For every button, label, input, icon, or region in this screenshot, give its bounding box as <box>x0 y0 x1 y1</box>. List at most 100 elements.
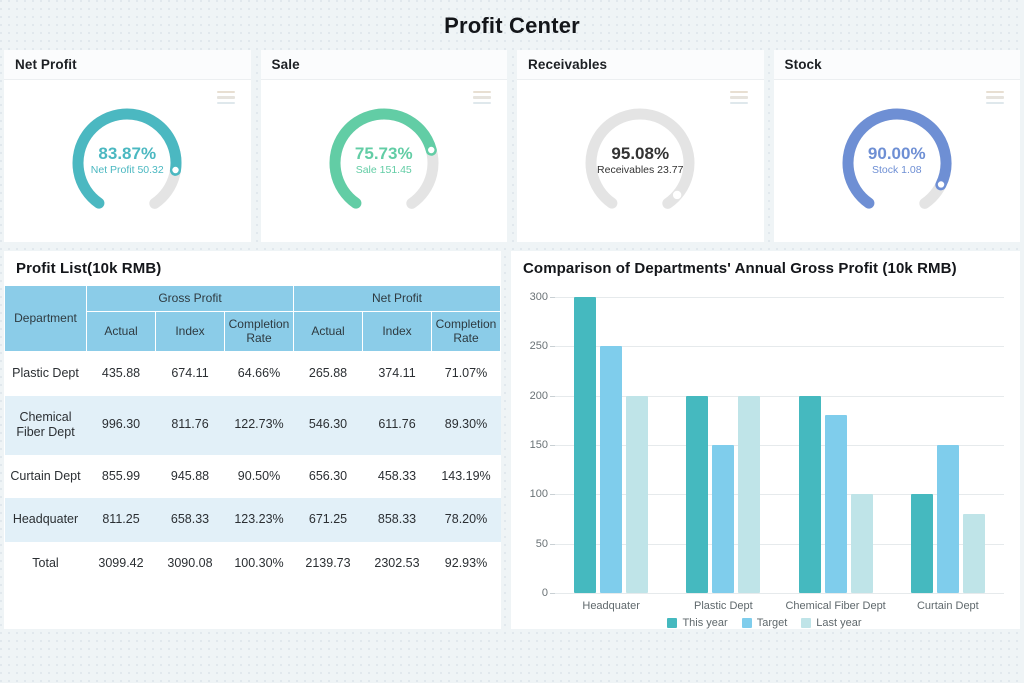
hamburger-menu-icon[interactable] <box>986 91 1004 104</box>
chart-y-axis-tick: 150 <box>530 439 548 451</box>
column-header-department: Department <box>5 286 87 352</box>
chart-bar-group: Headquater <box>555 297 667 593</box>
chart-legend-swatch <box>742 618 752 628</box>
table-row[interactable]: Total3099.423090.08100.30%2139.732302.53… <box>5 542 501 586</box>
chart-legend-item[interactable]: Last year <box>801 617 861 629</box>
column-group-net-profit: Net Profit <box>294 286 501 312</box>
chart-legend-label: Last year <box>816 617 861 629</box>
hamburger-line <box>473 102 491 104</box>
chart-legend-label: Target <box>757 617 788 629</box>
table-row[interactable]: Curtain Dept855.99945.8890.50%656.30458.… <box>5 455 501 499</box>
net-completion-rate-cell: 92.93% <box>432 542 501 586</box>
column-header-gross-actual: Actual <box>87 311 156 351</box>
chart-bar[interactable] <box>712 445 734 593</box>
gauge-title-sale: Sale <box>261 50 508 80</box>
chart-bar[interactable] <box>574 297 596 593</box>
table-header: Department Gross Profit Net Profit Actua… <box>5 286 501 352</box>
chart-legend-label: This year <box>682 617 727 629</box>
department-cell: Headquater <box>5 498 87 542</box>
chart-bar[interactable] <box>799 396 821 593</box>
chart-bar[interactable] <box>686 396 708 593</box>
gauge-body-stock: 90.00% Stock 1.08 <box>774 80 1021 242</box>
gauge-svg <box>65 101 189 225</box>
column-header-net-index: Index <box>363 311 432 351</box>
gross-completion-rate-cell: 100.30% <box>225 542 294 586</box>
gross-completion-rate-cell: 122.73% <box>225 396 294 455</box>
chart-bar[interactable] <box>937 445 959 593</box>
column-header-net-actual: Actual <box>294 311 363 351</box>
gauge-card-sale: Sale 75.73% Sale 151.45 <box>261 50 508 242</box>
chart-legend-swatch <box>667 618 677 628</box>
chart-bar[interactable] <box>600 346 622 593</box>
hamburger-line <box>217 91 235 93</box>
chart-legend-item[interactable]: Target <box>742 617 788 629</box>
gauge-svg <box>835 101 959 225</box>
table-body: Plastic Dept435.88674.1164.66%265.88374.… <box>5 351 501 585</box>
hamburger-line <box>217 102 235 104</box>
gauge-ring-receivables <box>578 101 702 225</box>
column-header-net-completion-rate: Completion Rate <box>432 311 501 351</box>
net-actual-cell: 2139.73 <box>294 542 363 586</box>
gauge-title-net-profit: Net Profit <box>4 50 251 80</box>
department-cell: Total <box>5 542 87 586</box>
hamburger-menu-icon[interactable] <box>217 91 235 104</box>
table-row[interactable]: Chemical Fiber Dept996.30811.76122.73%54… <box>5 396 501 455</box>
chart-legend: This year Target Last year <box>519 617 1010 629</box>
table-row[interactable]: Plastic Dept435.88674.1164.66%265.88374.… <box>5 351 501 395</box>
gauge-ring-stock <box>835 101 959 225</box>
gross-index-cell: 3090.08 <box>156 542 225 586</box>
hamburger-line <box>217 96 235 98</box>
table-row[interactable]: Headquater811.25658.33123.23%671.25858.3… <box>5 498 501 542</box>
gauge-body-net-profit: 83.87% Net Profit 50.32 <box>4 80 251 242</box>
page-title: Profit Center <box>0 0 1024 50</box>
hamburger-line <box>986 91 1004 93</box>
kpi-gauge-row: Net Profit 83.87% Net Profit 50.32 Sale <box>0 50 1024 242</box>
net-actual-cell: 265.88 <box>294 351 363 395</box>
chart-y-axis-tick: 200 <box>530 390 548 402</box>
hamburger-menu-icon[interactable] <box>730 91 748 104</box>
department-cell: Curtain Dept <box>5 455 87 499</box>
hamburger-line <box>730 102 748 104</box>
chart-bar[interactable] <box>626 396 648 593</box>
chart-bar-group: Curtain Dept <box>892 297 1004 593</box>
hamburger-line <box>730 91 748 93</box>
net-index-cell: 858.33 <box>363 498 432 542</box>
profit-list-panel: Profit List(10k RMB) Department Gross Pr… <box>4 251 501 629</box>
gross-completion-rate-cell: 90.50% <box>225 455 294 499</box>
net-completion-rate-cell: 71.07% <box>432 351 501 395</box>
table-header-row-top: Department Gross Profit Net Profit <box>5 286 501 312</box>
net-completion-rate-cell: 143.19% <box>432 455 501 499</box>
hamburger-line <box>986 96 1004 98</box>
gross-actual-cell: 3099.42 <box>87 542 156 586</box>
chart-y-axis-tick: 250 <box>530 340 548 352</box>
profit-list-table: Department Gross Profit Net Profit Actua… <box>4 285 501 586</box>
gross-index-cell: 674.11 <box>156 351 225 395</box>
gross-actual-cell: 996.30 <box>87 396 156 455</box>
gross-index-cell: 811.76 <box>156 396 225 455</box>
chart-legend-item[interactable]: This year <box>667 617 727 629</box>
chart-area: 050100150200250300HeadquaterPlastic Dept… <box>519 289 1010 629</box>
chart-y-axis-tick: 300 <box>530 291 548 303</box>
column-header-gross-index: Index <box>156 311 225 351</box>
hamburger-menu-icon[interactable] <box>473 91 491 104</box>
hamburger-line <box>986 102 1004 104</box>
chart-x-axis-label: Headquater <box>555 600 667 612</box>
column-header-gross-completion-rate: Completion Rate <box>225 311 294 351</box>
chart-bar-groups: HeadquaterPlastic DeptChemical Fiber Dep… <box>555 297 1004 593</box>
net-completion-rate-cell: 78.20% <box>432 498 501 542</box>
chart-bar[interactable] <box>851 494 873 593</box>
net-index-cell: 374.11 <box>363 351 432 395</box>
chart-legend-swatch <box>801 618 811 628</box>
gauge-body-receivables: 95.08% Receivables 23.77 <box>517 80 764 242</box>
chart-bar[interactable] <box>825 415 847 593</box>
lower-panels-row: Profit List(10k RMB) Department Gross Pr… <box>0 242 1024 629</box>
net-index-cell: 2302.53 <box>363 542 432 586</box>
gauge-card-receivables: Receivables 95.08% Receivables 23.77 <box>517 50 764 242</box>
chart-y-axis-tick: 100 <box>530 488 548 500</box>
gross-actual-cell: 855.99 <box>87 455 156 499</box>
gauge-title-stock: Stock <box>774 50 1021 80</box>
chart-bar-group: Chemical Fiber Dept <box>780 297 892 593</box>
chart-bar[interactable] <box>963 514 985 593</box>
chart-bar[interactable] <box>911 494 933 593</box>
chart-bar[interactable] <box>738 396 760 593</box>
